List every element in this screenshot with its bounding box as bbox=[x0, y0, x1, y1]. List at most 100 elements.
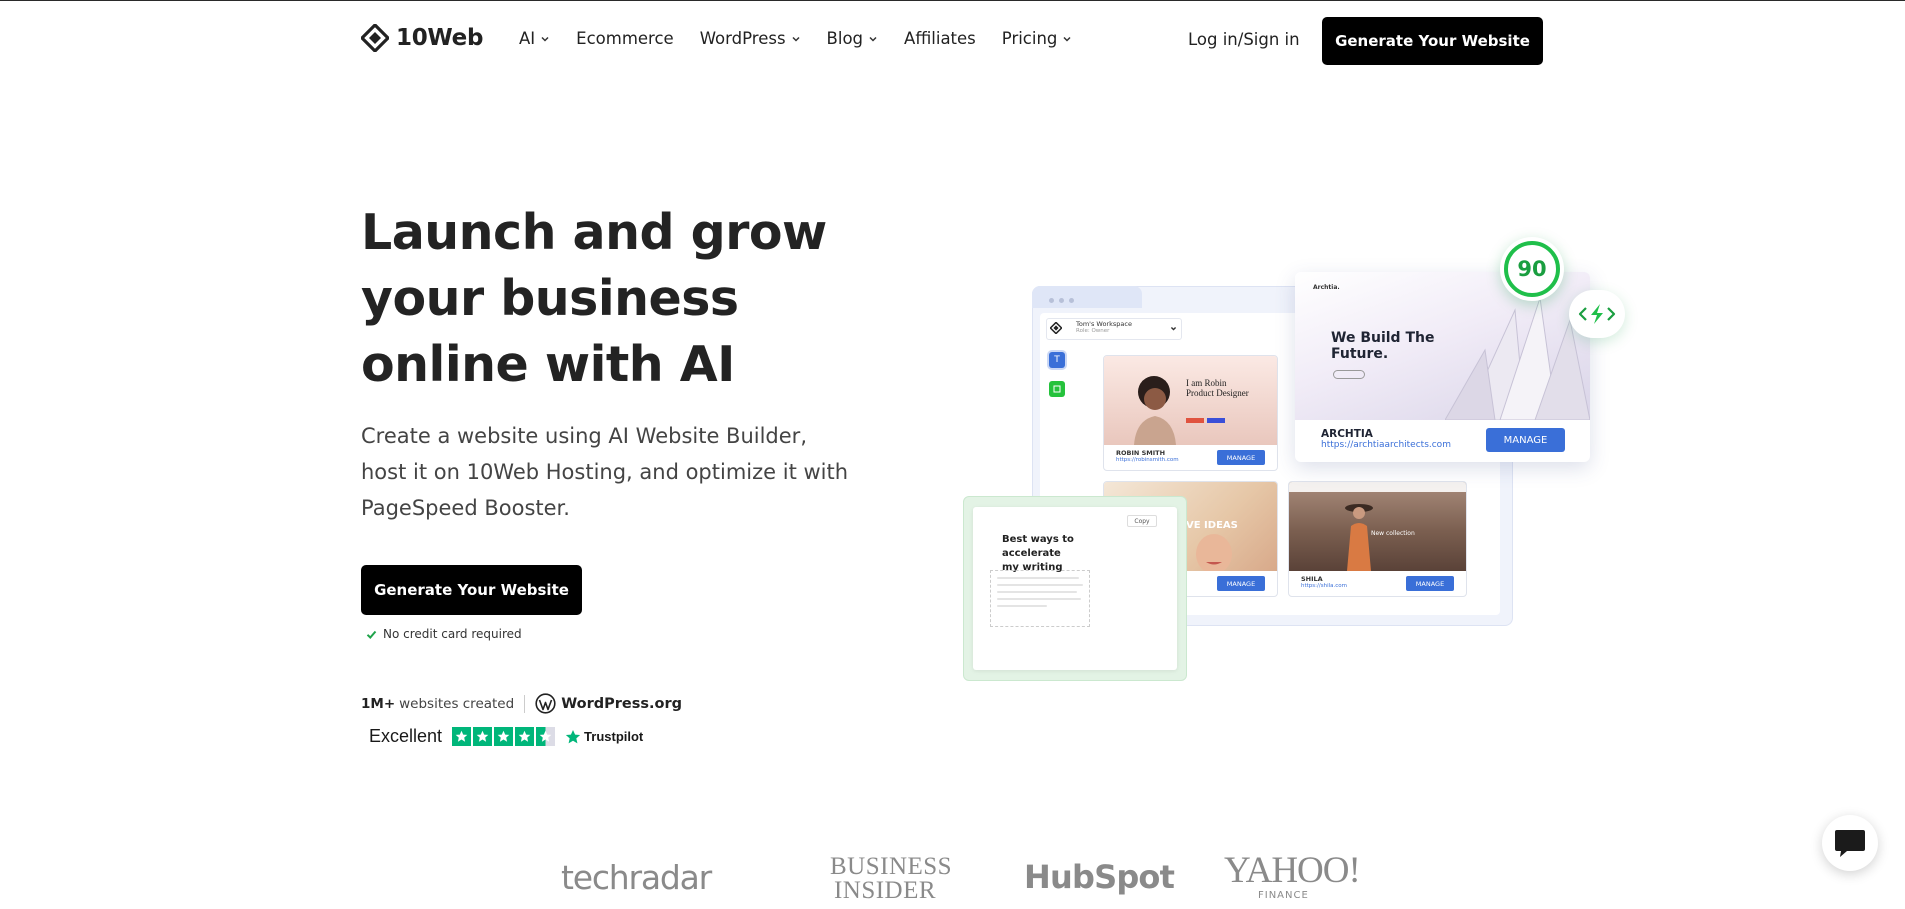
chat-widget-button[interactable] bbox=[1822, 815, 1878, 871]
site-url: https://robinsmith.com bbox=[1116, 457, 1179, 463]
nav-item-affiliates[interactable]: Affiliates bbox=[904, 29, 976, 48]
trustpilot-rating[interactable]: Excellent Trustpilot bbox=[369, 726, 643, 747]
hero-generate-website-button[interactable]: Generate Your Website bbox=[361, 565, 582, 615]
trustpilot-rating-word: Excellent bbox=[369, 726, 443, 746]
featured-manage-button: MANAGE bbox=[1486, 428, 1565, 452]
nav-item-label: Blog bbox=[826, 29, 864, 48]
top-navigation: 10Web AI Ecommerce WordPress Blog Affili… bbox=[0, 0, 1905, 82]
techradar-logo: techradar bbox=[561, 858, 712, 897]
websites-created-label: websites created bbox=[399, 695, 515, 712]
site-headline: I am Robin Product Designer bbox=[1186, 378, 1249, 398]
lotus-building-illustration bbox=[1445, 297, 1590, 420]
ai-writer-title: Best ways to accelerate my writing bbox=[1002, 533, 1132, 575]
star-icon bbox=[494, 727, 514, 746]
ai-writer-title-line: Best ways to accelerate bbox=[1002, 534, 1074, 559]
nav-generate-website-button[interactable]: Generate Your Website bbox=[1322, 17, 1543, 65]
hero-subtitle-line: Create a website using AI Website Builde… bbox=[361, 424, 807, 448]
chevron-down-icon bbox=[541, 36, 549, 42]
hero-subtitle-line: PageSpeed Booster. bbox=[361, 496, 570, 520]
featured-site-button bbox=[1333, 370, 1365, 379]
chat-bubble-icon bbox=[1835, 830, 1865, 857]
websites-created-count: 1M+ bbox=[361, 695, 396, 712]
booster-badge bbox=[1569, 290, 1625, 338]
nav-item-label: WordPress bbox=[699, 29, 786, 48]
chevron-down-icon bbox=[1063, 36, 1071, 42]
nav-item-wordpress[interactable]: WordPress bbox=[700, 29, 801, 48]
chevron-down-icon bbox=[869, 36, 877, 42]
chevron-down-icon bbox=[1170, 326, 1177, 331]
business-insider-logo: BUSINESS INSIDER bbox=[830, 853, 953, 904]
copy-button: Copy bbox=[1127, 515, 1157, 527]
site-name: ROBIN SMITH bbox=[1116, 449, 1166, 457]
hero-title-line: Launch and grow bbox=[361, 204, 827, 261]
trustpilot-logo: Trustpilot bbox=[565, 729, 643, 745]
nav-item-ecommerce[interactable]: Ecommerce bbox=[576, 29, 674, 48]
hero-title-line: your business bbox=[361, 270, 739, 327]
portrait-illustration bbox=[1134, 376, 1176, 445]
site-card-shila: New collection SHILA https://shila.com M… bbox=[1288, 481, 1467, 597]
press-logos: techradar BUSINESS INSIDER HubSpot YAHOO… bbox=[561, 852, 1361, 904]
site-headline-line: Product Designer bbox=[1186, 388, 1249, 398]
wordpress-icon bbox=[535, 693, 556, 714]
login-link[interactable]: Log in/Sign in bbox=[1188, 30, 1300, 49]
site-icon bbox=[1049, 381, 1065, 397]
site-button bbox=[1207, 418, 1225, 423]
half-star-icon bbox=[536, 727, 556, 746]
site-button bbox=[1186, 418, 1204, 423]
text-line bbox=[997, 591, 1077, 593]
yahoo-finance-logo: YAHOO! bbox=[1224, 850, 1361, 891]
trustpilot-brand: Trustpilot bbox=[584, 729, 644, 744]
site-card-robin: I am Robin Product Designer ROBIN SMITH … bbox=[1103, 355, 1278, 471]
wordpress-org-badge: WordPress.org bbox=[535, 693, 682, 714]
text-line bbox=[997, 605, 1047, 607]
lightning-code-icon bbox=[1578, 304, 1616, 324]
10web-diamond-icon bbox=[1050, 322, 1062, 334]
check-icon bbox=[366, 630, 377, 639]
hero-subtitle-line: host it on 10Web Hosting, and optimize i… bbox=[361, 460, 849, 484]
featured-site-brand: Archtia. bbox=[1313, 284, 1340, 291]
manage-button: MANAGE bbox=[1217, 450, 1265, 465]
hero-title: Launch and grow your business online wit… bbox=[361, 200, 881, 398]
hero-subtitle: Create a website using AI Website Builde… bbox=[361, 418, 861, 526]
trustpilot-star-icon bbox=[565, 729, 581, 743]
site-headline: New collection bbox=[1371, 530, 1415, 537]
workspace-role: Role: Owner bbox=[1076, 328, 1110, 334]
yahoo-finance-sublabel: FINANCE bbox=[1258, 890, 1309, 901]
wordpress-org-label: WordPress.org bbox=[561, 695, 683, 712]
main-menu: AI Ecommerce WordPress Blog Affiliates P… bbox=[519, 29, 1072, 48]
star-icon bbox=[473, 727, 493, 746]
text-line bbox=[997, 577, 1079, 579]
featured-site-headline: We Build The Future. bbox=[1331, 330, 1434, 362]
featured-headline-line: Future. bbox=[1331, 346, 1389, 362]
pagespeed-score-badge: 90 bbox=[1500, 237, 1564, 301]
no-credit-card-text: No credit card required bbox=[383, 627, 522, 641]
pagespeed-score: 90 bbox=[1504, 241, 1560, 297]
featured-headline-line: We Build The bbox=[1331, 330, 1435, 346]
site-headline: VE IDEAS bbox=[1186, 520, 1238, 531]
site-url: https://shila.com bbox=[1301, 583, 1347, 589]
hubspot-logo: HubSpot bbox=[1024, 858, 1175, 896]
workspace-avatar: T bbox=[1049, 352, 1065, 368]
brand-logo[interactable]: 10Web bbox=[361, 24, 483, 52]
nav-item-pricing[interactable]: Pricing bbox=[1002, 29, 1073, 48]
text-line bbox=[997, 598, 1081, 600]
trustpilot-stars bbox=[452, 727, 556, 746]
no-credit-card-note: No credit card required bbox=[366, 627, 522, 641]
brand-name: 10Web bbox=[396, 25, 484, 51]
star-icon bbox=[515, 727, 535, 746]
face-illustration bbox=[1196, 534, 1232, 571]
site-headline-line: I am Robin bbox=[1186, 378, 1227, 388]
nav-item-label: Pricing bbox=[1001, 29, 1058, 48]
manage-button: MANAGE bbox=[1217, 576, 1265, 591]
site-name: SHILA bbox=[1301, 575, 1323, 583]
site-topbar bbox=[1289, 482, 1466, 492]
nav-item-blog[interactable]: Blog bbox=[827, 29, 878, 48]
manage-button: MANAGE bbox=[1406, 576, 1454, 591]
nav-item-label: Ecommerce bbox=[576, 29, 674, 48]
chevron-down-icon bbox=[792, 36, 800, 42]
nav-item-ai[interactable]: AI bbox=[519, 29, 550, 48]
10web-diamond-icon bbox=[361, 24, 389, 52]
featured-site-name: ARCHTIA bbox=[1321, 428, 1373, 440]
site-preview: I am Robin Product Designer bbox=[1104, 356, 1277, 445]
hero-title-line: online with AI bbox=[361, 336, 735, 393]
